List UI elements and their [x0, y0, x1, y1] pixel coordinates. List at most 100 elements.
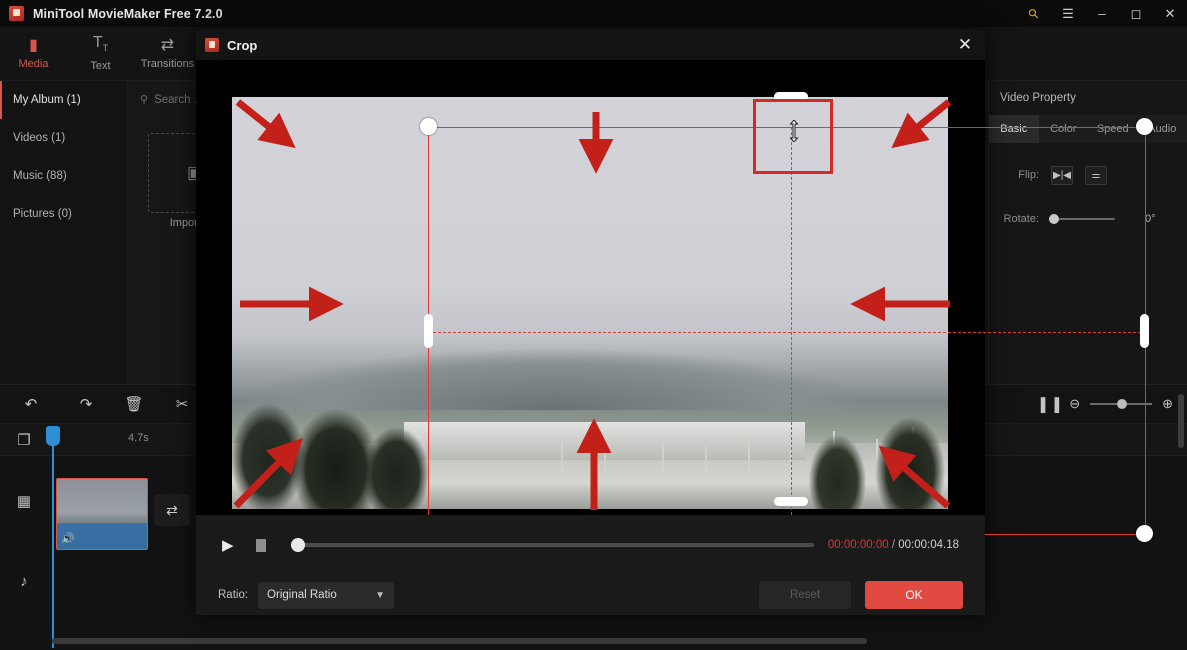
search-icon: ⚲ [140, 94, 149, 106]
sidebar-item-pictures[interactable]: Pictures (0) [0, 195, 127, 233]
resize-cursor-icon [789, 120, 799, 142]
crop-dialog: Crop ✕ ▶ 00:00:00:00 / 00:00:04.18 Ratio… [196, 30, 1153, 615]
rotate-slider[interactable] [1049, 212, 1115, 226]
trash-icon[interactable]: 🗑 [110, 395, 158, 413]
crop-dialog-title: Crop [227, 37, 258, 53]
text-icon: TT [92, 33, 109, 54]
minitool-logo-icon [205, 38, 219, 52]
media-sidebar: My Album (1) Videos (1) Music (88) Pictu… [0, 81, 128, 384]
current-time: 00:00:00:00 [827, 539, 889, 551]
flip-horizontal-icon[interactable]: ▶|◀ [1051, 165, 1073, 185]
crop-dialog-header: Crop ✕ [196, 30, 985, 60]
tab-label: Speed [1096, 123, 1129, 135]
speaker-icon[interactable]: 🔊 [61, 532, 75, 545]
time-separator: / [891, 539, 896, 551]
tab-label: Color [1050, 123, 1077, 135]
app-window: MiniTool MovieMaker Free 7.2.0 ⚲ ☰ – ◻ ✕… [0, 0, 1187, 650]
close-icon[interactable]: ✕ [945, 30, 985, 60]
toolbar-item-label: Media [18, 57, 49, 70]
video-track-icon[interactable]: ▦ [0, 456, 48, 546]
property-vertical-scrollbar[interactable] [1178, 394, 1184, 448]
sidebar-item-music[interactable]: Music (88) [0, 157, 127, 195]
key-icon[interactable]: ⚲ [1017, 0, 1051, 27]
minimize-icon[interactable]: – [1085, 0, 1119, 27]
crop-handle-bottom-center[interactable] [774, 497, 808, 506]
tab-basic[interactable]: Basic [989, 115, 1039, 143]
total-time: 00:00:04.18 [898, 539, 959, 551]
ratio-select[interactable]: Original Ratio ▼ [258, 581, 395, 609]
title-bar: MiniTool MovieMaker Free 7.2.0 ⚲ ☰ – ◻ ✕ [0, 0, 1187, 27]
crop-handle-mid-right[interactable] [1140, 314, 1149, 348]
rotate-row: Rotate: 0° [989, 201, 1187, 237]
rotate-slider-knob[interactable] [1049, 214, 1059, 224]
ratio-label: Ratio: [218, 589, 249, 601]
flip-vertical-icon[interactable]: ⚌ [1085, 165, 1107, 185]
toolbar-item-transitions[interactable]: ⇄ Transitions [134, 27, 201, 81]
toolbar-item-label: Transitions [140, 57, 195, 70]
timeline-horizontal-scrollbar[interactable] [52, 638, 867, 644]
rotate-value: 0° [1145, 213, 1156, 225]
zoom-out-icon[interactable]: ⊖ [1069, 396, 1080, 412]
app-title: MiniTool MovieMaker Free 7.2.0 [33, 6, 223, 21]
playhead[interactable] [52, 426, 54, 648]
music-track-icon[interactable]: ♪ [0, 546, 48, 616]
hamburger-menu-icon[interactable]: ☰ [1051, 0, 1085, 27]
close-icon[interactable]: ✕ [1153, 0, 1187, 27]
crop-preview-area [196, 60, 1153, 542]
video-preview-image [232, 97, 948, 509]
zoom-slider[interactable] [1090, 399, 1153, 409]
playback-progress-slider[interactable] [291, 538, 814, 552]
sidebar-item-label: Videos (1) [13, 132, 66, 144]
folder-icon: ▮ [29, 36, 38, 54]
tab-speed[interactable]: Speed [1088, 115, 1138, 143]
preview-trees-left [232, 377, 433, 509]
transitions-icon: ⇄ [160, 36, 175, 54]
maximize-icon[interactable]: ◻ [1119, 0, 1153, 27]
sidebar-item-label: Pictures (0) [13, 208, 72, 220]
rotate-slider-track [1051, 218, 1115, 220]
sidebar-item-my-album[interactable]: My Album (1) [0, 81, 127, 119]
crop-handle-mid-left[interactable] [424, 314, 433, 348]
flip-row: Flip: ▶|◀ ⚌ [989, 157, 1187, 193]
toolbar-item-media[interactable]: ▮ Media [0, 27, 67, 81]
sidebar-item-videos[interactable]: Videos (1) [0, 119, 127, 157]
property-tabs: Basic Color Speed Audio [989, 115, 1187, 143]
minitool-logo-icon [9, 6, 24, 21]
play-icon[interactable]: ▶ [222, 536, 256, 554]
tab-color[interactable]: Color [1039, 115, 1089, 143]
crop-handle-top-right[interactable] [1136, 118, 1153, 135]
timeline-zoom-controls: ▌▐ ⊖ ⊕ [1041, 396, 1187, 412]
timeline-track-icons: ❐ ▦ ♪ [0, 424, 48, 618]
crop-dialog-footer: Ratio: Original Ratio ▼ Reset OK [196, 575, 985, 615]
redo-icon[interactable]: ↷ [62, 395, 110, 413]
zoom-slider-knob[interactable] [1117, 399, 1128, 409]
undo-icon[interactable]: ↶ [0, 395, 62, 413]
toolbar-item-label: Text [90, 60, 111, 73]
swap-clips-icon[interactable]: ⇄ [154, 494, 190, 526]
playback-time: 00:00:00:00 / 00:00:04.18 [828, 539, 959, 551]
crop-grid-horizontal [428, 332, 1146, 333]
playback-progress-knob[interactable] [291, 538, 305, 552]
stop-icon[interactable] [256, 538, 282, 552]
property-panel-title: Video Property [1000, 92, 1076, 104]
crop-player-bar: ▶ 00:00:00:00 / 00:00:04.18 [196, 515, 985, 575]
ok-button[interactable]: OK [865, 581, 963, 609]
preview-trees-right [790, 385, 948, 509]
tab-label: Basic [1000, 123, 1028, 135]
toolbar-item-text[interactable]: TT Text [67, 27, 134, 81]
sidebar-item-label: My Album (1) [13, 94, 81, 106]
ratio-select-value: Original Ratio [267, 589, 337, 601]
timeline-clip[interactable]: 🔊 [56, 478, 148, 550]
footer-buttons: Reset OK [759, 581, 963, 609]
audio-waveform-icon[interactable]: ▌▐ [1041, 397, 1059, 412]
flip-label: Flip: [1018, 169, 1039, 181]
playhead-knob[interactable] [46, 426, 60, 446]
crop-handle-top-left[interactable] [420, 118, 437, 135]
sidebar-item-label: Music (88) [13, 170, 67, 182]
crop-handle-bottom-right[interactable] [1136, 525, 1153, 542]
zoom-in-icon[interactable]: ⊕ [1162, 396, 1173, 412]
playhead-time-label: 4.7s [128, 432, 149, 444]
rotate-label: Rotate: [1003, 213, 1039, 225]
add-media-icon[interactable]: ❐ [0, 424, 48, 456]
reset-button[interactable]: Reset [759, 581, 851, 609]
